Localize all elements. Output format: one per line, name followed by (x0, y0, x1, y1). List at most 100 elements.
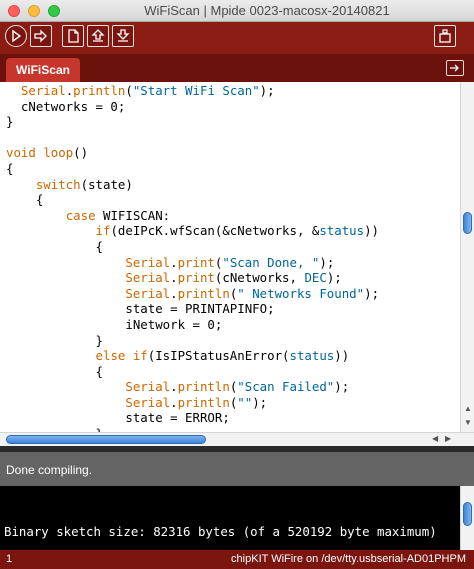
code-line[interactable]: Serial.println(""); (6, 395, 460, 411)
code-token: ); (252, 394, 268, 410)
status-bar: Done compiling. (0, 446, 474, 486)
code-line[interactable]: Serial.print("Scan Done, "); (6, 255, 460, 271)
code-token: { (6, 363, 103, 379)
code-line[interactable]: Serial.println("Start WiFi Scan"); (6, 83, 460, 99)
code-line[interactable]: } (6, 333, 460, 349)
code-line[interactable]: cNetworks = 0; (6, 99, 460, 115)
serial-monitor-button[interactable] (434, 25, 456, 47)
code-line[interactable]: else if(IsIPStatusAnError(status)) (6, 348, 460, 364)
code-text[interactable]: Serial.println("Start WiFi Scan"); cNetw… (0, 82, 460, 432)
save-icon (116, 29, 130, 42)
new-icon (68, 29, 79, 43)
code-token: ); (326, 270, 342, 286)
code-token: print (177, 254, 215, 270)
code-token: } (6, 332, 103, 348)
code-token: WIFISCAN: (95, 207, 171, 223)
console-output: Binary sketch size: 82316 bytes (of a 52… (0, 486, 474, 550)
code-line[interactable]: { (6, 239, 460, 255)
console-scroll-thumb[interactable] (463, 502, 472, 526)
code-line[interactable]: Serial.println("Scan Failed"); (6, 379, 460, 395)
code-token: state = ERROR; (6, 410, 230, 426)
code-line[interactable] (6, 130, 460, 146)
tab-wifiscan[interactable]: WiFiScan (6, 58, 80, 82)
editor-vertical-scrollbar[interactable]: ▲ ▼ (460, 82, 474, 432)
scroll-up-icon[interactable]: ▲ (464, 404, 472, 413)
code-token: Serial (125, 285, 171, 301)
code-line[interactable]: case WIFISCAN: (6, 208, 460, 224)
code-token: (cNetworks, (214, 270, 305, 286)
tab-menu-button[interactable] (446, 60, 464, 76)
code-token: state = PRINTAPINFO; (6, 301, 275, 317)
serial-monitor-icon (439, 29, 451, 43)
board-port-info: chipKIT WiFire on /dev/tty.usbserial-AD0… (231, 553, 466, 565)
code-token: ); (259, 83, 275, 98)
scroll-right-icon[interactable]: ▶ (445, 434, 451, 443)
code-line[interactable]: Serial.println(" Networks Found"); (6, 286, 460, 302)
code-token: status (319, 223, 365, 239)
code-token: . (170, 285, 178, 301)
minimize-window-button[interactable] (28, 5, 40, 17)
code-token: . (170, 270, 178, 286)
code-token: println (73, 83, 126, 98)
code-token: "Start WiFi Scan" (132, 83, 260, 98)
code-token: loop (43, 145, 74, 161)
code-line[interactable]: state = PRINTAPINFO; (6, 301, 460, 317)
save-sketch-button[interactable] (112, 25, 134, 47)
console-scrollbar[interactable] (460, 486, 474, 550)
code-token: "Scan Failed" (237, 379, 335, 395)
code-line[interactable]: switch(state) (6, 177, 460, 193)
code-token: ); (364, 285, 380, 301)
code-line[interactable]: if(deIPcK.wfScan(&cNetworks, &status)) (6, 223, 460, 239)
code-token: case (65, 207, 96, 223)
code-token: Serial (125, 270, 171, 286)
new-sketch-button[interactable] (62, 25, 84, 47)
verify-button[interactable] (5, 25, 27, 47)
code-line[interactable]: void loop() (6, 145, 460, 161)
scroll-left-icon[interactable]: ◀ (432, 434, 438, 443)
code-token: ( (125, 83, 133, 98)
code-token: (state) (80, 176, 133, 192)
code-token: print (177, 270, 215, 286)
editor-horizontal-scroll-thumb[interactable] (6, 435, 206, 444)
code-token: status (289, 348, 335, 364)
code-line[interactable]: state = ERROR; (6, 410, 460, 426)
open-icon (91, 29, 105, 42)
code-token: . (170, 254, 178, 270)
code-line[interactable]: iNetwork = 0; (6, 317, 460, 333)
code-token: println (177, 394, 230, 410)
code-token: iNetwork = 0; (6, 316, 223, 332)
editor-horizontal-scrollbar[interactable]: ◀ ▶ (0, 432, 474, 446)
code-token: ); (334, 379, 350, 395)
code-token: else if (95, 348, 148, 364)
code-token: } (6, 114, 14, 130)
code-line[interactable]: { (6, 192, 460, 208)
editor-vertical-scroll-thumb[interactable] (463, 212, 472, 234)
zoom-window-button[interactable] (48, 5, 60, 17)
code-token: cNetworks = 0; (6, 98, 126, 114)
code-line[interactable]: Serial.print(cNetworks, DEC); (6, 270, 460, 286)
code-token: if (95, 223, 111, 239)
code-token: Serial (125, 254, 171, 270)
code-token: . (170, 379, 178, 395)
code-token: DEC (304, 270, 327, 286)
code-line[interactable]: } (6, 114, 460, 130)
line-number: 1 (6, 553, 13, 565)
code-editor[interactable]: Serial.println("Start WiFi Scan"); cNetw… (0, 82, 460, 432)
scroll-down-icon[interactable]: ▼ (464, 418, 472, 427)
code-token: (IsIPStatusAnError( (147, 348, 290, 364)
code-token: switch (35, 176, 81, 192)
open-sketch-button[interactable] (87, 25, 109, 47)
code-line[interactable]: { (6, 161, 460, 177)
code-token: println (177, 379, 230, 395)
tab-bar: WiFiScan (0, 54, 474, 82)
code-line[interactable]: { (6, 364, 460, 380)
close-window-button[interactable] (8, 5, 20, 17)
upload-button[interactable] (30, 25, 52, 47)
code-token: ); (319, 254, 335, 270)
